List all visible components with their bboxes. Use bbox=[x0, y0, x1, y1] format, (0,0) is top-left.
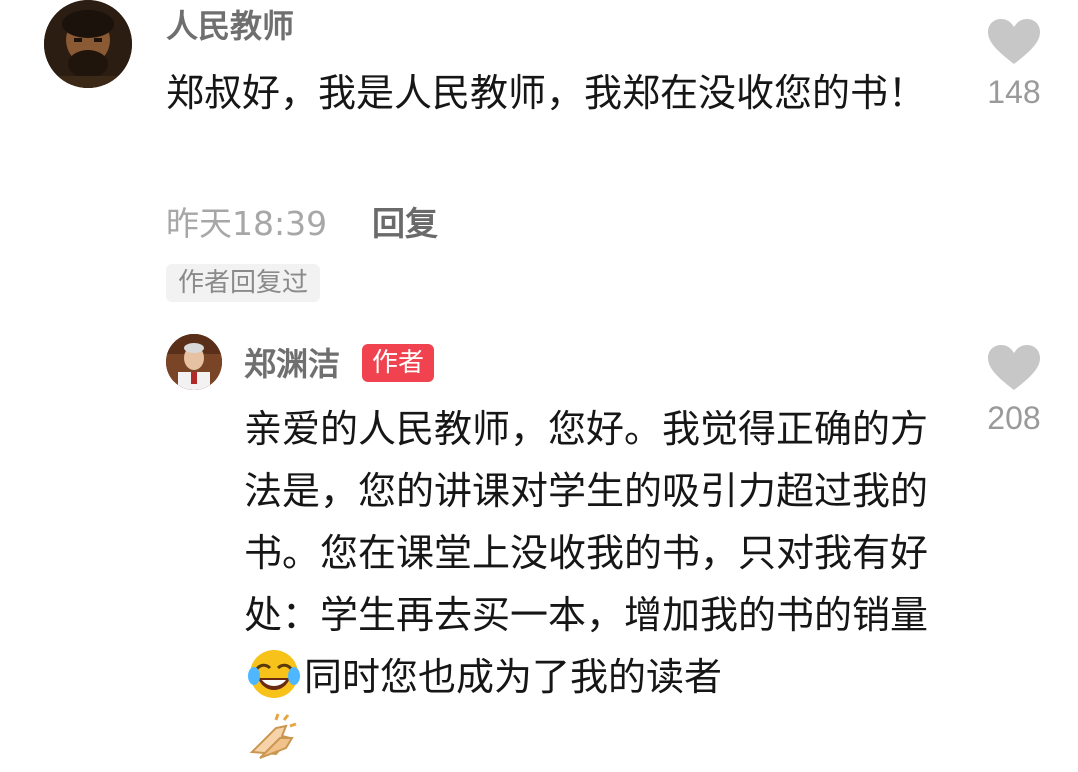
like-button[interactable]: 208 bbox=[972, 344, 1056, 438]
commenter-avatar[interactable] bbox=[44, 0, 132, 88]
reply-text: 亲爱的人民教师，您好。我觉得正确的方法是，您的讲课对学生的吸引力超过我的书。您在… bbox=[244, 398, 944, 770]
reply-text-part2: 同时您也成为了我的读者 bbox=[304, 655, 723, 699]
heart-icon bbox=[988, 19, 1040, 64]
author-replied-tag: 作者回复过 bbox=[166, 264, 321, 302]
comment-text: 郑叔好，我是人民教师，我郑在没收您的书！ bbox=[166, 71, 927, 115]
reply-button[interactable]: 回复 bbox=[372, 202, 438, 246]
laughing-crying-face-emoji bbox=[246, 646, 302, 702]
commenter-name[interactable]: 人民教师 bbox=[166, 4, 294, 48]
like-count: 148 bbox=[987, 74, 1041, 110]
avatar-image bbox=[44, 0, 132, 88]
like-button[interactable]: 148 bbox=[972, 18, 1056, 112]
heart-icon bbox=[988, 345, 1040, 390]
author-badge: 作者 bbox=[362, 344, 435, 382]
avatar-image bbox=[166, 334, 222, 390]
clapping-hands-emoji bbox=[246, 708, 302, 764]
author-name[interactable]: 郑渊洁 bbox=[244, 342, 340, 386]
reply-text-part1: 亲爱的人民教师，您好。我觉得正确的方法是，您的讲课对学生的吸引力超过我的书。您在… bbox=[244, 407, 929, 637]
author-avatar[interactable] bbox=[166, 334, 222, 390]
comment-timestamp: 昨天18:39 bbox=[166, 204, 328, 243]
like-count: 208 bbox=[987, 400, 1041, 436]
